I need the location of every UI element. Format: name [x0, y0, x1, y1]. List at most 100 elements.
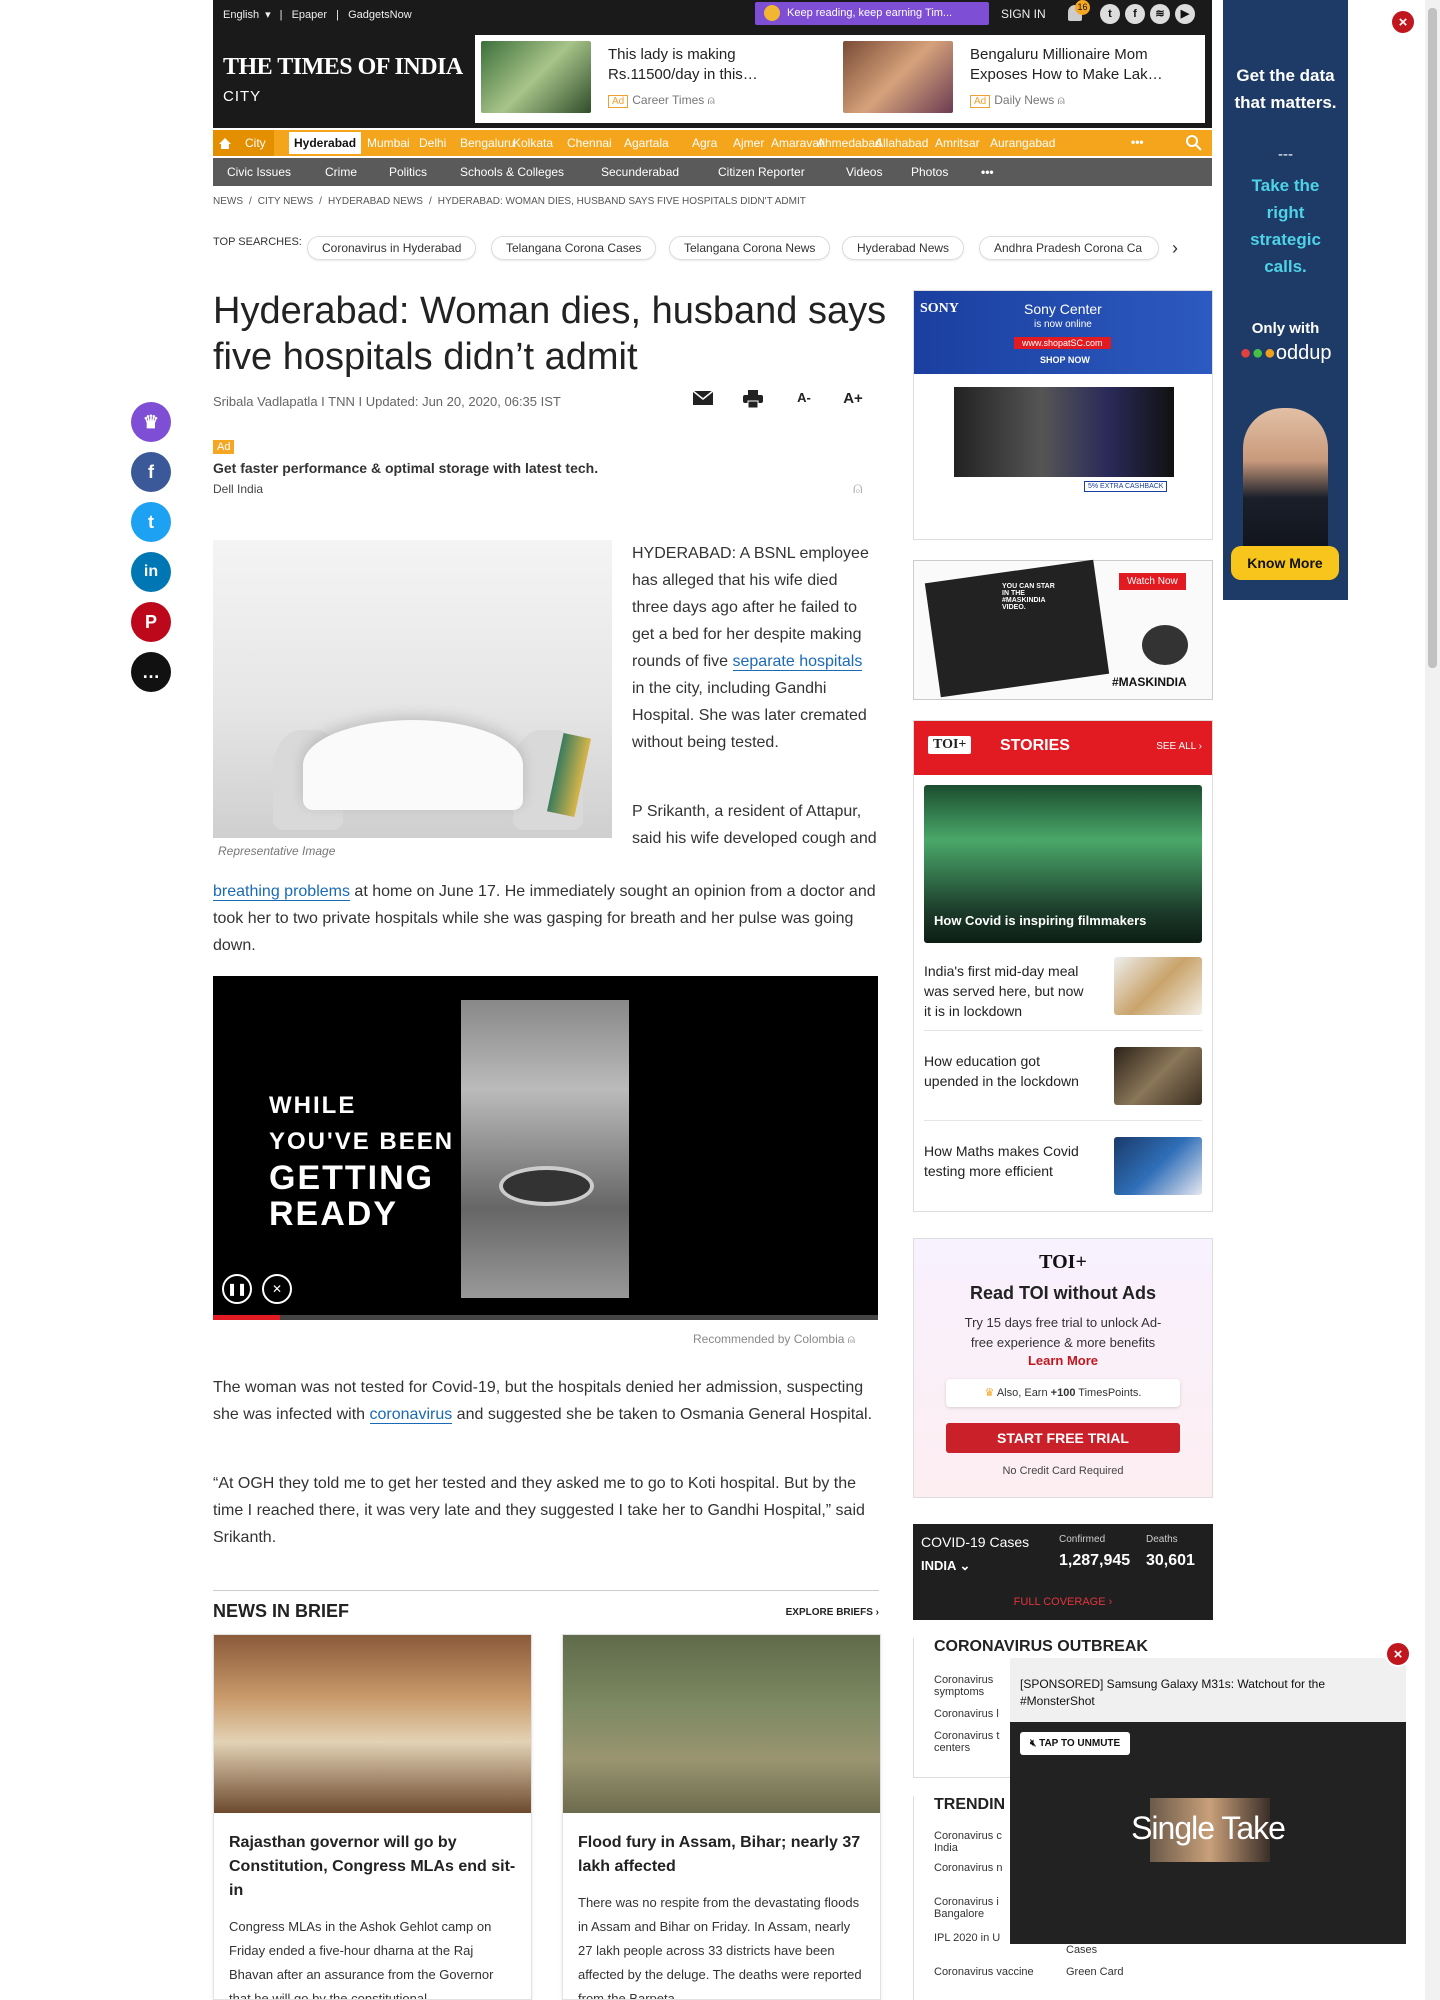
sub-nav-item[interactable]: Crime	[325, 165, 357, 179]
twitter-share-icon[interactable]: t	[131, 502, 171, 542]
sub-nav-item[interactable]: Civic Issues	[227, 165, 291, 179]
learn-more-link[interactable]: Learn More	[914, 1353, 1212, 1368]
sponsored-video-popup[interactable]: [SPONSORED] Samsung Galaxy M31s: Watchou…	[1010, 1658, 1406, 1944]
nav-city-item[interactable]: Allahabad	[875, 136, 928, 150]
scrollbar-thumb[interactable]	[1428, 8, 1437, 668]
crown-icon[interactable]: ♛	[131, 402, 171, 442]
font-decrease-button[interactable]: A-	[792, 390, 816, 412]
pause-button[interactable]: ❚❚	[222, 1274, 252, 1304]
story-hero[interactable]: How Covid is inspiring filmmakers	[924, 785, 1202, 943]
outbreak-link[interactable]: Coronavirus l	[934, 1708, 1004, 1720]
top-search-pill[interactable]: Telangana Corona Cases	[491, 236, 657, 260]
sub-nav-item[interactable]: Secunderabad	[601, 165, 679, 179]
sign-in-link[interactable]: SIGN IN	[1001, 7, 1046, 21]
epaper-link[interactable]: Epaper	[292, 9, 327, 21]
sub-nav-item[interactable]: Schools & Colleges	[460, 165, 564, 179]
know-more-button[interactable]: Know More	[1231, 546, 1339, 580]
header-ad-card[interactable]: This lady is making Rs.11500/day in this…	[475, 41, 825, 117]
breadcrumb-item[interactable]: HYDERABAD NEWS	[328, 196, 423, 207]
trending-link[interactable]: Coronavirus vaccine	[934, 1966, 1034, 1978]
email-icon[interactable]	[691, 390, 715, 412]
nav-city-item[interactable]: Bengaluru	[460, 136, 515, 150]
mute-button[interactable]: ✕	[262, 1274, 292, 1304]
see-all-link[interactable]: SEE ALL ›	[1156, 741, 1202, 752]
story-item[interactable]: How Maths makes Covid testing more effic…	[924, 1135, 1202, 1211]
trending-link[interactable]: Coronavirus i Bangalore	[934, 1896, 1014, 1920]
sub-nav-item[interactable]: •••	[981, 165, 994, 179]
breadcrumb-item[interactable]: NEWS	[213, 196, 243, 207]
gadgetsnow-link[interactable]: GadgetsNow	[348, 9, 412, 21]
start-free-trial-button[interactable]: START FREE TRIAL	[946, 1423, 1180, 1453]
nav-city-item[interactable]: Hyderabad	[289, 132, 362, 154]
video-progress[interactable]	[213, 1315, 878, 1320]
nav-more[interactable]: •••	[1131, 135, 1144, 149]
sub-nav-item[interactable]: Photos	[911, 165, 948, 179]
pinterest-share-icon[interactable]: P	[131, 602, 171, 642]
inline-link[interactable]: coronavirus	[369, 1406, 453, 1424]
brief-headline: Rajasthan governor will go by Constituti…	[229, 1834, 516, 1899]
twitter-icon[interactable]: t	[1100, 4, 1120, 24]
inline-link[interactable]: separate hospitals	[732, 653, 863, 671]
language-selector[interactable]: English	[223, 9, 259, 21]
linkedin-share-icon[interactable]: in	[131, 552, 171, 592]
nav-city-item[interactable]: Kolkata	[513, 136, 553, 150]
close-icon[interactable]: ×	[1385, 1641, 1411, 1667]
print-icon[interactable]	[741, 390, 765, 412]
nav-city[interactable]: City	[237, 130, 274, 156]
explore-briefs-link[interactable]: EXPLORE BRIEFS ›	[786, 1607, 879, 1618]
region-selector[interactable]: INDIA ⌄	[921, 1558, 970, 1574]
nav-city-item[interactable]: Ajmer	[733, 136, 764, 150]
facebook-share-icon[interactable]: f	[131, 452, 171, 492]
top-search-pill[interactable]: Telangana Corona News	[669, 236, 831, 260]
chevron-right-icon[interactable]: ›	[1172, 238, 1178, 259]
facebook-icon[interactable]: f	[1125, 4, 1145, 24]
trending-link[interactable]: Cases	[1066, 1944, 1097, 1956]
top-search-pill[interactable]: Hyderabad News	[842, 236, 965, 260]
covid-widget[interactable]: COVID-19 Cases INDIA ⌄ Confirmed 1,287,9…	[913, 1524, 1213, 1620]
nav-city-item[interactable]: Aurangabad	[990, 136, 1055, 150]
search-icon[interactable]	[1185, 134, 1203, 155]
home-icon[interactable]	[213, 130, 237, 156]
rss-icon[interactable]: ≋	[1150, 4, 1170, 24]
outbreak-link[interactable]: Coronavirus t centers	[934, 1730, 1004, 1754]
nav-city-item[interactable]: Amritsar	[935, 136, 980, 150]
nav-city-item[interactable]: Ahmedabad	[817, 136, 882, 150]
story-item[interactable]: India's first mid-day meal was served he…	[924, 955, 1202, 1031]
trending-link[interactable]: Coronavirus c India	[934, 1830, 1014, 1854]
breadcrumb-item[interactable]: CITY NEWS	[258, 196, 313, 207]
inline-link[interactable]: breathing problems	[213, 883, 350, 901]
trending-link[interactable]: Coronavirus n	[934, 1862, 1002, 1874]
nav-city-item[interactable]: Chennai	[567, 136, 612, 150]
story-item[interactable]: How education got upended in the lockdow…	[924, 1045, 1202, 1121]
skyscraper-ad[interactable]: Get the data that matters. --- Take the …	[1223, 0, 1348, 600]
sub-nav-item[interactable]: Politics	[389, 165, 427, 179]
close-icon[interactable]: ×	[1390, 9, 1416, 35]
nav-city-item[interactable]: Agartala	[624, 136, 669, 150]
sony-ad[interactable]: SONY Sony Center is now online www.shopa…	[913, 290, 1213, 540]
outbreak-link[interactable]: Coronavirus symptoms	[934, 1674, 1004, 1698]
full-coverage-link[interactable]: FULL COVERAGE ›	[913, 1596, 1213, 1608]
header-ad-card[interactable]: Bengaluru Millionaire Mom Exposes How to…	[837, 41, 1187, 117]
sub-nav-item[interactable]: Citizen Reporter	[718, 165, 805, 179]
inline-ad[interactable]: Ad Get faster performance & optimal stor…	[213, 440, 873, 500]
page-scrollbar[interactable]	[1425, 0, 1440, 2000]
comment-icon[interactable]: …	[131, 652, 171, 692]
top-search-pill[interactable]: Coronavirus in Hyderabad	[307, 236, 477, 260]
maskindia-ad[interactable]: YOU CAN STAR IN THE #MASKINDIA VIDEO. Wa…	[913, 559, 1213, 700]
site-logo[interactable]: THE TIMES OF INDIA	[223, 54, 463, 81]
timespoints-promo[interactable]: Keep reading, keep earning Tim...	[755, 2, 989, 25]
video-player[interactable]: WHILE YOU'VE BEEN GETTING READY ❚❚ ✕	[213, 976, 878, 1320]
top-search-pill[interactable]: Andhra Pradesh Corona Ca	[979, 236, 1159, 260]
nav-city-item[interactable]: Mumbai	[367, 136, 410, 150]
font-increase-button[interactable]: A+	[841, 390, 865, 412]
brief-card[interactable]: Rajasthan governor will go by Constituti…	[213, 1634, 532, 2000]
trending-link[interactable]: IPL 2020 in U	[934, 1932, 1000, 1944]
nav-city-item[interactable]: Delhi	[419, 136, 446, 150]
watch-now-button[interactable]: Watch Now	[1119, 573, 1186, 590]
nav-city-item[interactable]: Agra	[692, 136, 717, 150]
youtube-icon[interactable]: ▶	[1175, 4, 1195, 24]
sub-nav-item[interactable]: Videos	[846, 165, 882, 179]
tap-to-unmute-button[interactable]: 🔇︎ TAP TO UNMUTE	[1020, 1732, 1131, 1755]
trending-link[interactable]: Green Card	[1066, 1966, 1123, 1978]
brief-card[interactable]: Flood fury in Assam, Bihar; nearly 37 la…	[562, 1634, 881, 2000]
